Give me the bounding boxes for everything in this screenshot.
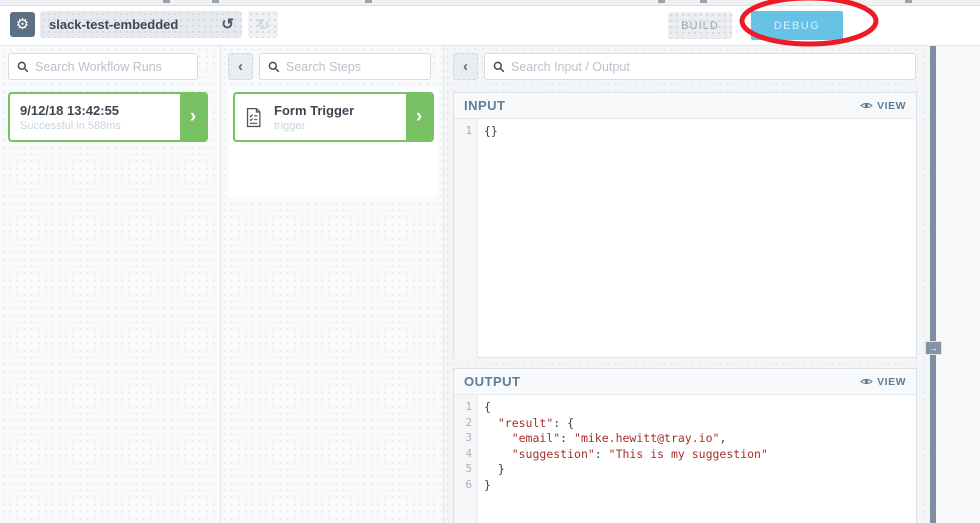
workflow-run-card[interactable]: 9/12/18 13:42:55 Successful in 588ms › bbox=[8, 92, 208, 142]
edge-mark bbox=[212, 0, 219, 3]
output-title: OUTPUT bbox=[464, 374, 520, 389]
line-number: 1 bbox=[454, 400, 472, 416]
input-title: INPUT bbox=[464, 98, 506, 113]
divider-handle[interactable]: → bbox=[925, 341, 942, 355]
workflow-title: slack-test-embedded bbox=[49, 17, 178, 32]
redo-icon: ↻ bbox=[257, 17, 270, 34]
view-label: VIEW bbox=[877, 376, 906, 388]
edge-mark bbox=[658, 0, 665, 3]
build-button[interactable]: BUILD bbox=[668, 12, 732, 39]
io-search bbox=[484, 53, 916, 80]
edge-mark bbox=[700, 0, 707, 3]
input-view-button[interactable]: VIEW bbox=[860, 100, 906, 112]
view-label: VIEW bbox=[877, 100, 906, 112]
line-number-gutter: 123456 bbox=[454, 395, 478, 523]
search-icon bbox=[493, 61, 505, 73]
arrow-right-icon: → bbox=[929, 343, 938, 353]
undo-icon[interactable]: ↺ bbox=[221, 11, 234, 38]
chevron-left-icon: ‹ bbox=[463, 58, 468, 75]
line-number: 3 bbox=[454, 431, 472, 447]
code-line: } bbox=[484, 478, 916, 494]
step-card-body: Form Trigger trigger bbox=[262, 94, 406, 140]
chevron-right-icon[interactable]: › bbox=[406, 94, 432, 140]
step-card[interactable]: Form Trigger trigger › bbox=[233, 92, 434, 142]
output-code-editor[interactable]: 123456 { "result": { "email": "mike.hewi… bbox=[454, 395, 916, 523]
chevron-left-icon: ‹ bbox=[238, 58, 243, 75]
edge-mark bbox=[905, 0, 912, 3]
eye-icon bbox=[860, 377, 873, 386]
settings-button[interactable]: ⚙ bbox=[10, 12, 35, 37]
run-timestamp: 9/12/18 13:42:55 bbox=[20, 103, 180, 118]
steps-panel: ‹ Form Trigger trigger › bbox=[221, 46, 444, 523]
code-line: "suggestion": "This is my suggestion" bbox=[484, 447, 916, 463]
line-number: 5 bbox=[454, 462, 472, 478]
runs-search-input[interactable] bbox=[35, 60, 189, 74]
panel-resize-divider[interactable]: → bbox=[930, 46, 936, 523]
code-line: "result": { bbox=[484, 416, 916, 432]
run-status: Successful in 588ms bbox=[20, 120, 180, 132]
run-card-body: 9/12/18 13:42:55 Successful in 588ms bbox=[10, 94, 180, 140]
redo-button[interactable]: ↻ bbox=[248, 11, 278, 38]
line-number: 2 bbox=[454, 416, 472, 432]
output-header: OUTPUT VIEW bbox=[454, 369, 916, 395]
output-view-button[interactable]: VIEW bbox=[860, 376, 906, 388]
input-code-editor[interactable]: 1 {} bbox=[454, 119, 916, 358]
line-number-gutter: 1 bbox=[454, 119, 478, 358]
code-line: {} bbox=[484, 124, 916, 140]
workflow-debug-view: ⚙ slack-test-embedded ↺ ↻ BUILD DEBUG 9/… bbox=[0, 0, 980, 523]
workflow-runs-panel: 9/12/18 13:42:55 Successful in 588ms › bbox=[0, 46, 221, 523]
input-section: INPUT VIEW 1 {} bbox=[453, 92, 917, 358]
steps-search-input[interactable] bbox=[286, 60, 422, 74]
io-search-input[interactable] bbox=[511, 60, 907, 74]
chevron-right-icon[interactable]: › bbox=[180, 94, 206, 140]
eye-icon bbox=[860, 101, 873, 110]
gear-icon: ⚙ bbox=[16, 16, 29, 33]
code-line: } bbox=[484, 462, 916, 478]
line-number: 4 bbox=[454, 447, 472, 463]
line-number: 1 bbox=[454, 124, 472, 140]
step-subtitle: trigger bbox=[274, 120, 406, 132]
toolbar: ⚙ slack-test-embedded ↺ ↻ BUILD DEBUG bbox=[0, 6, 980, 46]
input-header: INPUT VIEW bbox=[454, 93, 916, 119]
search-icon bbox=[17, 61, 29, 73]
io-panel: ‹ INPUT VIEW 1 {} OUTPUT bbox=[444, 46, 930, 523]
steps-search bbox=[259, 53, 431, 80]
debug-button[interactable]: DEBUG bbox=[751, 11, 843, 40]
page-background bbox=[936, 46, 980, 523]
form-document-icon bbox=[245, 107, 262, 128]
step-title: Form Trigger bbox=[274, 103, 406, 118]
output-section: OUTPUT VIEW 123456 { "result": { "email"… bbox=[453, 368, 917, 523]
code-line: "email": "mike.hewitt@tray.io", bbox=[484, 431, 916, 447]
edge-mark bbox=[365, 0, 372, 3]
workflow-title-field[interactable]: slack-test-embedded ↺ bbox=[40, 11, 242, 38]
code-area: { "result": { "email": "mike.hewitt@tray… bbox=[478, 395, 916, 523]
line-number: 6 bbox=[454, 478, 472, 494]
search-icon bbox=[268, 61, 280, 73]
code-line: { bbox=[484, 400, 916, 416]
runs-search bbox=[8, 53, 198, 80]
code-area: {} bbox=[478, 119, 916, 358]
edge-mark bbox=[163, 0, 170, 3]
steps-back-button[interactable]: ‹ bbox=[228, 53, 253, 80]
io-back-button[interactable]: ‹ bbox=[453, 53, 478, 80]
